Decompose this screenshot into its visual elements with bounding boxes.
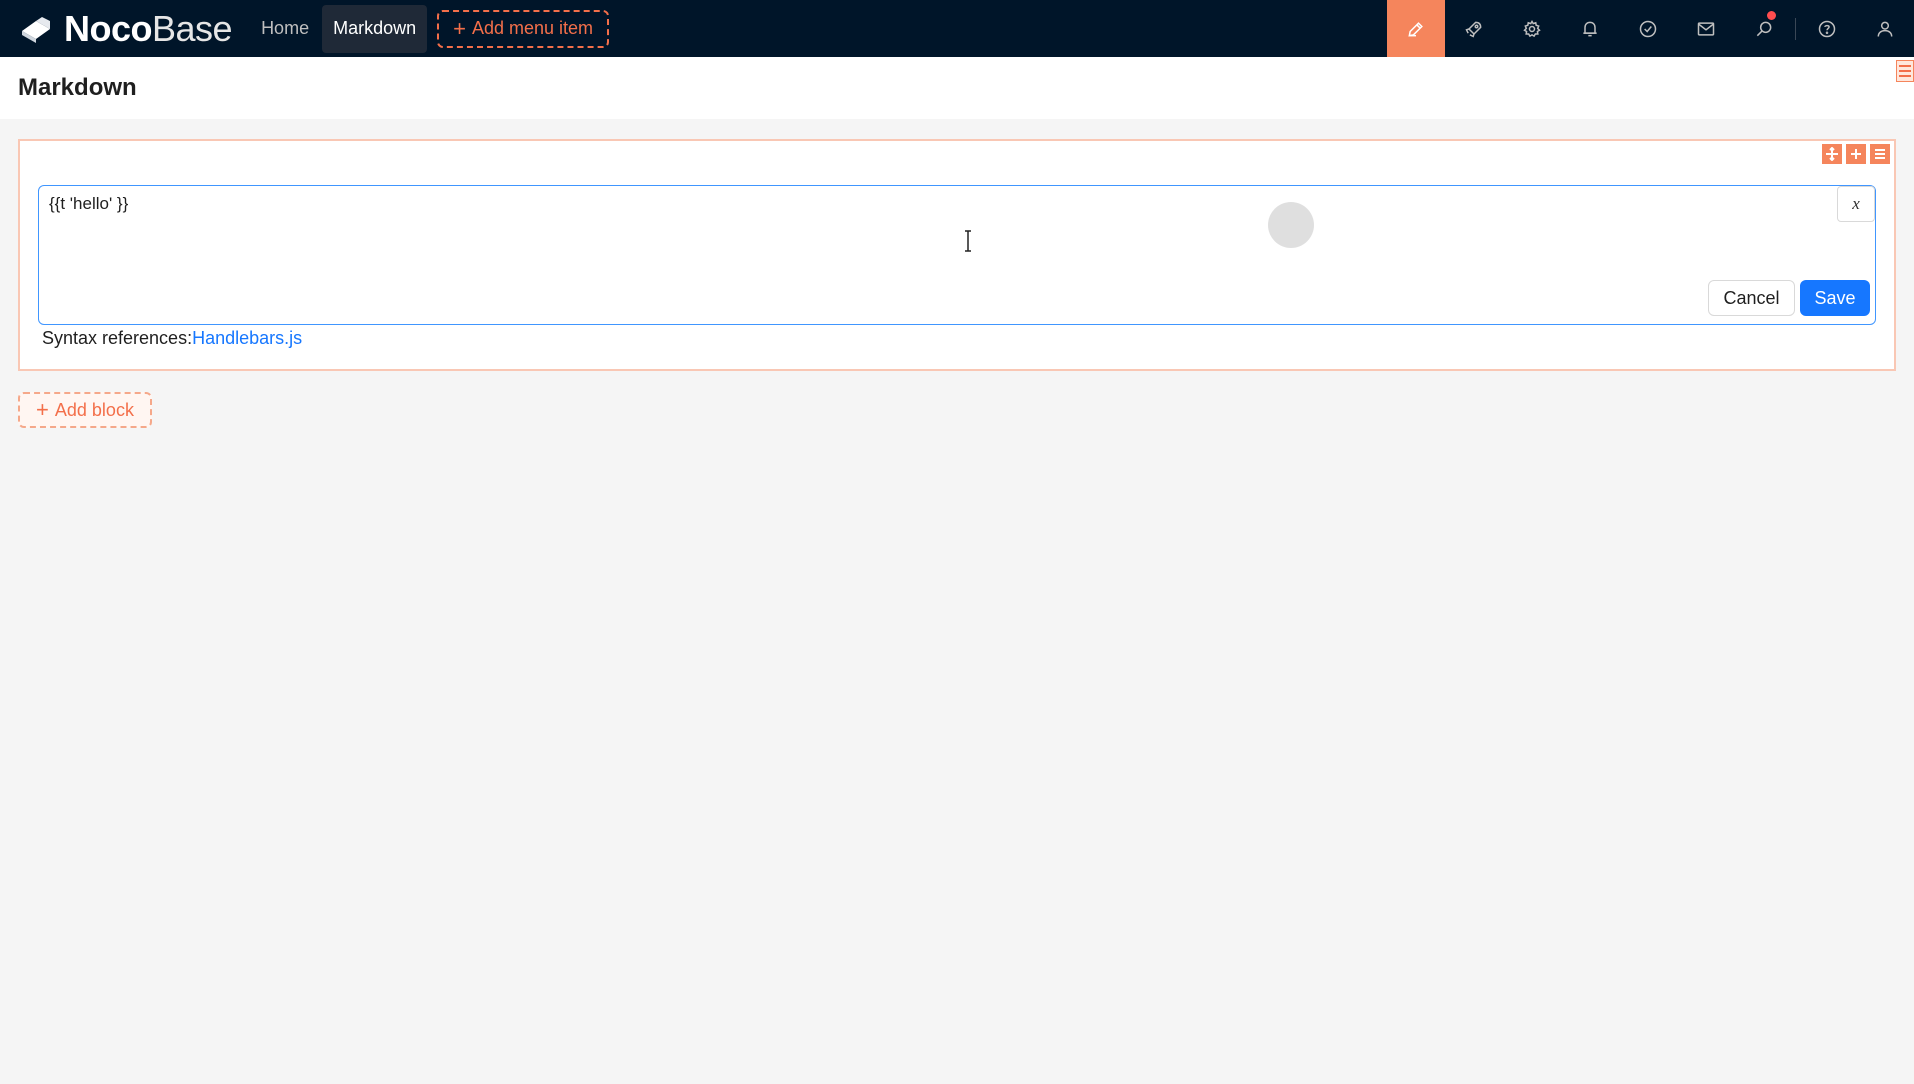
- help-icon: [1818, 20, 1836, 37]
- settings-button[interactable]: [1503, 0, 1561, 57]
- search-key-button[interactable]: [1735, 0, 1793, 57]
- search-key-icon: [1756, 21, 1772, 36]
- notifications-button[interactable]: [1561, 0, 1619, 57]
- cancel-button[interactable]: Cancel: [1708, 280, 1795, 316]
- ui-editor-button[interactable]: [1387, 0, 1445, 57]
- handlebars-link[interactable]: Handlebars.js: [192, 328, 302, 348]
- plus-icon: +: [36, 397, 49, 422]
- markdown-editor[interactable]: {{t 'hello' }} x Cancel Save: [38, 185, 1876, 325]
- plus-icon: [1851, 149, 1861, 159]
- add-block-label: Add block: [54, 399, 134, 420]
- tasks-button[interactable]: [1619, 0, 1677, 57]
- menu-lines-icon: [1875, 149, 1885, 159]
- syntax-references-label: Syntax references:: [42, 328, 193, 348]
- top-navigation-bar: NocoBase Home Markdown + Add menu item: [0, 0, 1914, 57]
- click-indicator: [1268, 202, 1314, 248]
- task-check-icon: [1639, 20, 1657, 37]
- logo-text: NocoBase: [64, 7, 233, 49]
- page-header: Markdown: [0, 57, 1914, 119]
- settings-gear-icon: [1523, 19, 1541, 37]
- save-button[interactable]: Save: [1800, 280, 1870, 316]
- nav-item-home[interactable]: Home: [250, 5, 320, 53]
- page-title: Markdown: [18, 74, 137, 101]
- block-toolbar: [1822, 144, 1890, 164]
- ui-editor-icon: [1408, 21, 1423, 37]
- nav-item-markdown[interactable]: Markdown: [322, 4, 428, 53]
- mail-button[interactable]: [1677, 0, 1735, 57]
- block-settings-button[interactable]: [1870, 144, 1890, 164]
- nocobase-logo-icon: [22, 16, 50, 43]
- logo[interactable]: NocoBase: [0, 0, 250, 57]
- add-block-button[interactable]: + Add block: [18, 392, 152, 428]
- top-right-toolbar: [1387, 0, 1914, 57]
- mail-icon: [1697, 21, 1715, 36]
- notification-badge: [1767, 11, 1776, 20]
- variable-insert-button[interactable]: x: [1837, 186, 1875, 222]
- add-item-button[interactable]: [1846, 144, 1866, 164]
- page-settings-menu-icon[interactable]: [1896, 60, 1914, 82]
- user-button[interactable]: [1856, 0, 1914, 57]
- plus-icon: +: [453, 15, 466, 41]
- help-button[interactable]: [1798, 0, 1856, 57]
- notification-bell-icon: [1583, 21, 1597, 36]
- drag-handle-button[interactable]: [1822, 144, 1842, 164]
- plugin-manager-button[interactable]: [1445, 0, 1503, 57]
- add-menu-item-label: Add menu item: [471, 18, 594, 38]
- user-icon: [1877, 21, 1893, 37]
- markdown-block: {{t 'hello' }} x Cancel Save Syntax refe…: [18, 139, 1896, 371]
- toolbar-divider: [1795, 17, 1796, 40]
- drag-move-icon: [1826, 147, 1838, 161]
- text-cursor-icon: [965, 230, 971, 252]
- markdown-editor-text[interactable]: {{t 'hello' }}: [49, 194, 128, 214]
- plugin-rocket-icon: [1465, 21, 1482, 38]
- syntax-references: Syntax references:Handlebars.js: [42, 328, 302, 349]
- add-menu-item-button[interactable]: + Add menu item: [437, 9, 610, 48]
